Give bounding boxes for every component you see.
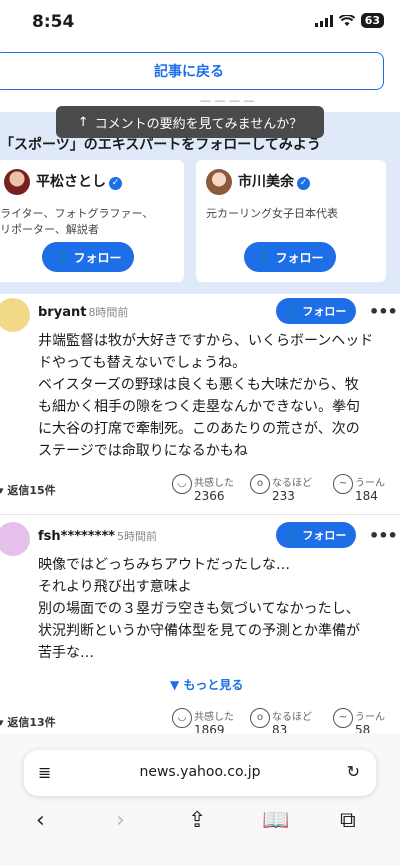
comment-text: 映像ではどっちみちアウトだったしな… それより飛び出す意味よ 別の場面での３塁ガ… bbox=[38, 557, 360, 661]
comment-user[interactable]: bryant 8時間前 bbox=[38, 304, 128, 320]
more-options-icon[interactable]: ••• bbox=[369, 302, 398, 321]
expert-description: 元カーリング女子日本代表 bbox=[206, 207, 338, 220]
smile-icon: ◡ bbox=[172, 708, 192, 728]
expert-card: 平松さとし ✓ ライター、フォトグラファー、 リポーター、解説者 👤 フォロー bbox=[0, 160, 184, 282]
status-time: 8:54 bbox=[32, 12, 75, 32]
browser-nav: ‹ › ⇪ 📖 ⧉ bbox=[0, 806, 400, 840]
share-icon[interactable]: ⇪ bbox=[188, 808, 206, 833]
back-to-article-button[interactable]: 記事に戻る bbox=[0, 52, 384, 90]
add-user-icon: 👤 bbox=[54, 250, 70, 264]
expert-description: ライター、フォトグラファー、 リポーター、解説者 bbox=[0, 207, 154, 236]
verified-icon: ✓ bbox=[297, 177, 310, 190]
address-bar[interactable]: ≣ news.yahoo.co.jp ↻ bbox=[24, 750, 376, 796]
tabs-icon[interactable]: ⧉ bbox=[340, 808, 356, 833]
surprised-icon: o bbox=[250, 708, 270, 728]
replies-toggle[interactable]: ▾ 返信13件 bbox=[0, 714, 56, 730]
follow-button[interactable]: 👤 フォロー bbox=[244, 242, 336, 272]
verified-icon: ✓ bbox=[109, 177, 122, 190]
url-text[interactable]: news.yahoo.co.jp bbox=[24, 764, 376, 780]
smile-icon: ◡ bbox=[172, 474, 192, 494]
comment: fsh******** 5時間前 👤 フォロー ••• 映像ではどっちみちアウトだ… bbox=[0, 518, 400, 737]
status-icons: 63 bbox=[314, 13, 384, 28]
expert-name[interactable]: 平松さとし ✓ bbox=[36, 171, 122, 191]
follow-button[interactable]: 👤 フォロー bbox=[42, 242, 134, 272]
comment-user[interactable]: fsh******** 5時間前 bbox=[38, 528, 157, 544]
add-user-icon: 👤 bbox=[256, 250, 272, 264]
triangle-down-icon: ▼ bbox=[170, 678, 184, 692]
comment-text: 井端監督は牧が大好きですから、いくらボーンヘッド ドやっても替えないでしょうね。… bbox=[38, 333, 374, 459]
summary-toast[interactable]: ↑ コメントの要約を見てみませんか？ bbox=[56, 106, 324, 138]
expert-avatar[interactable] bbox=[206, 169, 232, 195]
expert-card: 市川美余 ✓ 元カーリング女子日本代表 👤 フォロー bbox=[196, 160, 386, 282]
wifi-icon bbox=[338, 14, 355, 26]
signal-icon bbox=[314, 14, 333, 27]
add-user-icon: 👤 bbox=[285, 528, 300, 542]
reaction-naruhodo[interactable]: o なるほど 233 bbox=[250, 474, 312, 503]
follow-button[interactable]: 👤 フォロー bbox=[276, 298, 356, 324]
add-user-icon: 👤 bbox=[285, 304, 300, 318]
battery-indicator: 63 bbox=[360, 13, 384, 28]
user-avatar[interactable] bbox=[0, 298, 30, 332]
status-bar: 8:54 63 bbox=[0, 0, 400, 44]
expert-avatar[interactable] bbox=[4, 169, 30, 195]
reaction-empathy[interactable]: ◡ 共感した 2366 bbox=[172, 474, 234, 503]
show-more-link[interactable]: ▼ もっと見る bbox=[170, 676, 243, 693]
expert-name[interactable]: 市川美余 ✓ bbox=[238, 171, 310, 191]
more-options-icon[interactable]: ••• bbox=[369, 526, 398, 545]
user-avatar[interactable] bbox=[0, 522, 30, 556]
follow-button[interactable]: 👤 フォロー bbox=[276, 522, 356, 548]
back-icon[interactable]: ‹ bbox=[36, 808, 45, 833]
reaction-hmm[interactable]: ~ うーん 184 bbox=[333, 474, 385, 503]
comment: bryant 8時間前 👤 フォロー ••• 井端監督は牧が大好きですから、いくら… bbox=[0, 294, 400, 512]
replies-toggle[interactable]: ▾ 返信15件 bbox=[0, 482, 56, 498]
comment-divider bbox=[0, 514, 400, 515]
reload-icon[interactable]: ↻ bbox=[347, 762, 360, 781]
forward-icon[interactable]: › bbox=[116, 808, 125, 833]
surprised-icon: o bbox=[250, 474, 270, 494]
arrow-up-icon: ↑ bbox=[77, 114, 89, 130]
thinking-icon: ~ bbox=[333, 474, 353, 494]
bookmarks-icon[interactable]: 📖 bbox=[262, 808, 289, 833]
thinking-icon: ~ bbox=[333, 708, 353, 728]
